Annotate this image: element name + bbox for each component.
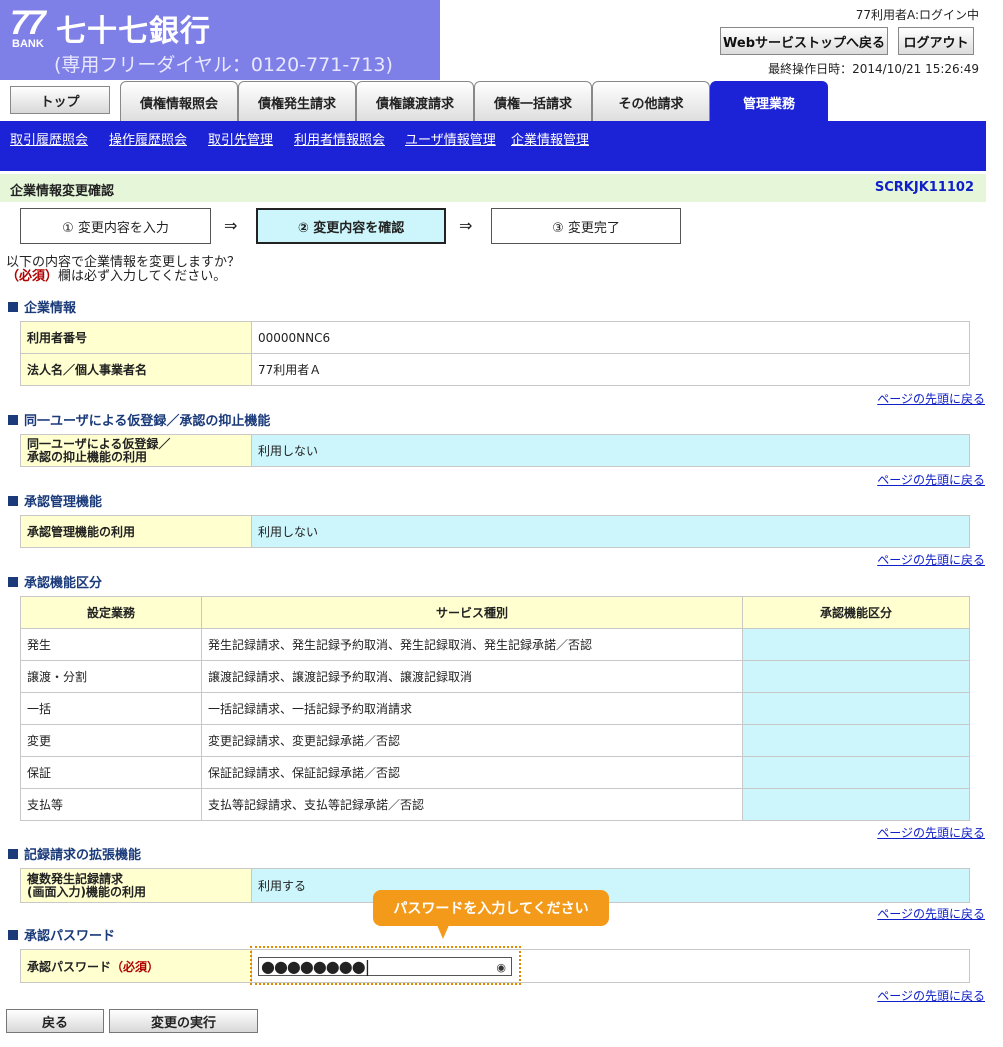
back-to-top-link[interactable]: ページの先頭に戻る: [877, 905, 985, 922]
password-label: 承認パスワード（必須）: [20, 949, 252, 983]
intro-text: 以下の内容で企業情報を変更しますか？ （必須）欄は必ず入力してください。: [6, 256, 240, 284]
table-row: 支払等 支払等記録請求、支払等記録承諾／否認: [20, 788, 970, 821]
execute-change-button[interactable]: 変更の実行: [109, 1009, 258, 1033]
company-name-label: 法人名／個人事業者名: [20, 353, 252, 386]
user-number-value: 00000NNC6: [251, 321, 970, 354]
approval-class-table: 設定業務 サービス種別 承認機能区分 発生 発生記録請求、発生記録予約取消、発生記…: [20, 596, 970, 821]
suppress-label: 同一ユーザによる仮登録／ 承認の抑止機能の利用: [20, 434, 252, 467]
suppress-value: 利用しない: [251, 434, 970, 467]
page-title-bar: 企業情報変更確認 SCRKJK11102: [0, 174, 986, 202]
column-header-task: 設定業務: [20, 596, 202, 629]
password-masked-value: ●●●●●●●●|: [261, 957, 370, 976]
table-row: 発生 発生記録請求、発生記録予約取消、発生記録取消、発生記録承諾／否認: [20, 628, 970, 661]
section-bullet-icon: [8, 414, 18, 425]
logo-bank-text: BANK: [12, 38, 44, 50]
extension-label: 複数発生記録請求 (画面入力)機能の利用: [20, 868, 252, 903]
subnav-user-management[interactable]: ユーザ情報管理: [405, 129, 496, 148]
back-to-top-link[interactable]: ページの先頭に戻る: [877, 390, 985, 407]
table-row: 保証 保証記録請求、保証記録承諾／否認: [20, 756, 970, 789]
table-row: 譲渡・分割 譲渡記録請求、譲渡記録予約取消、譲渡記録取消: [20, 660, 970, 693]
company-info-table: 利用者番号 00000NNC6 法人名／個人事業者名 77利用者Ａ: [20, 321, 970, 386]
back-to-top-link[interactable]: ページの先頭に戻る: [877, 551, 985, 568]
approval-label: 承認管理機能の利用: [20, 515, 252, 548]
password-required-mark: （必須）: [111, 959, 160, 974]
tab-admin[interactable]: 管理業務: [710, 81, 828, 122]
section-password: 承認パスワード: [8, 925, 115, 944]
tab-other-requests[interactable]: その他請求: [592, 81, 710, 122]
section-company-info: 企業情報: [8, 297, 76, 316]
required-mark: （必須）: [6, 269, 59, 284]
suppress-table: 同一ユーザによる仮登録／ 承認の抑止機能の利用 利用しない: [20, 434, 970, 467]
section-approval-class: 承認機能区分: [8, 572, 102, 591]
password-highlight: ●●●●●●●●| ◉: [250, 946, 521, 985]
section-bullet-icon: [8, 301, 18, 312]
back-to-top-link[interactable]: ページの先頭に戻る: [877, 824, 985, 841]
step-input: ① 変更内容を入力: [20, 208, 211, 244]
eye-icon[interactable]: ◉: [496, 959, 506, 976]
subnav-company-info[interactable]: 企業情報管理: [511, 129, 589, 148]
subnav-transaction-history[interactable]: 取引履歴照会: [10, 129, 88, 148]
last-operation-time: 最終操作日時：2014/10/21 15:26:49: [768, 62, 979, 76]
subnav-operation-history[interactable]: 操作履歴照会: [109, 129, 187, 148]
screen-id: SCRKJK11102: [874, 180, 974, 195]
section-bullet-icon: [8, 929, 18, 940]
extension-value: 利用する: [251, 868, 970, 903]
sub-navigation: 取引履歴照会 操作履歴照会 取引先管理 利用者情報照会 ユーザ情報管理 企業情報…: [0, 121, 986, 171]
web-top-button[interactable]: Webサービストップへ戻る: [720, 27, 888, 55]
section-approval-management: 承認管理機能: [8, 491, 102, 510]
section-bullet-icon: [8, 495, 18, 506]
user-number-label: 利用者番号: [20, 321, 252, 354]
back-to-top-link[interactable]: ページの先頭に戻る: [877, 471, 985, 488]
section-extension: 記録請求の拡張機能: [8, 844, 141, 863]
column-header-class: 承認機能区分: [742, 596, 970, 629]
tab-claim-issue[interactable]: 債権発生請求: [238, 81, 356, 122]
approval-table: 承認管理機能の利用 利用しない: [20, 515, 970, 548]
balloon-tail: [437, 925, 449, 939]
section-suppress: 同一ユーザによる仮登録／承認の抑止機能: [8, 410, 270, 429]
step-complete: ③ 変更完了: [491, 208, 681, 244]
subnav-counterparty[interactable]: 取引先管理: [208, 129, 273, 148]
step-confirm: ② 変更内容を確認: [256, 208, 446, 244]
password-hint-balloon: パスワードを入力してください: [373, 890, 609, 926]
tab-top[interactable]: トップ: [10, 86, 110, 114]
approval-value: 利用しない: [251, 515, 970, 548]
column-header-service: サービス種別: [201, 596, 743, 629]
subnav-user-info-inquiry[interactable]: 利用者情報照会: [294, 129, 385, 148]
login-status: 77利用者A:ログイン中: [855, 8, 979, 22]
section-bullet-icon: [8, 848, 18, 859]
tab-claim-bulk[interactable]: 債権一括請求: [474, 81, 592, 122]
intro-line1: 以下の内容で企業情報を変更しますか？: [6, 255, 241, 270]
table-row: 一括 一括記録請求、一括記録予約取消請求: [20, 692, 970, 725]
step-arrow: ⇒: [224, 216, 238, 235]
bank-logo: 77 BANK 七十七銀行 (専用フリーダイヤル：0120-771-713): [0, 0, 440, 80]
back-button[interactable]: 戻る: [6, 1009, 104, 1033]
company-name-value: 77利用者Ａ: [251, 353, 970, 386]
tab-claim-transfer[interactable]: 債権譲渡請求: [356, 81, 474, 122]
logout-button[interactable]: ログアウト: [898, 27, 974, 55]
bank-tel: (専用フリーダイヤル：0120-771-713): [54, 54, 393, 76]
intro-line2: 欄は必ず入力してください。: [58, 269, 227, 284]
section-bullet-icon: [8, 576, 18, 587]
bank-name: 七十七銀行: [56, 14, 211, 49]
password-input[interactable]: ●●●●●●●●| ◉: [258, 957, 512, 976]
table-row: 変更 変更記録請求、変更記録承諾／否認: [20, 724, 970, 757]
tab-claim-inquiry[interactable]: 債権情報照会: [120, 81, 238, 122]
step-arrow: ⇒: [459, 216, 473, 235]
back-to-top-link[interactable]: ページの先頭に戻る: [877, 987, 985, 1004]
page-title: 企業情報変更確認: [10, 184, 115, 199]
